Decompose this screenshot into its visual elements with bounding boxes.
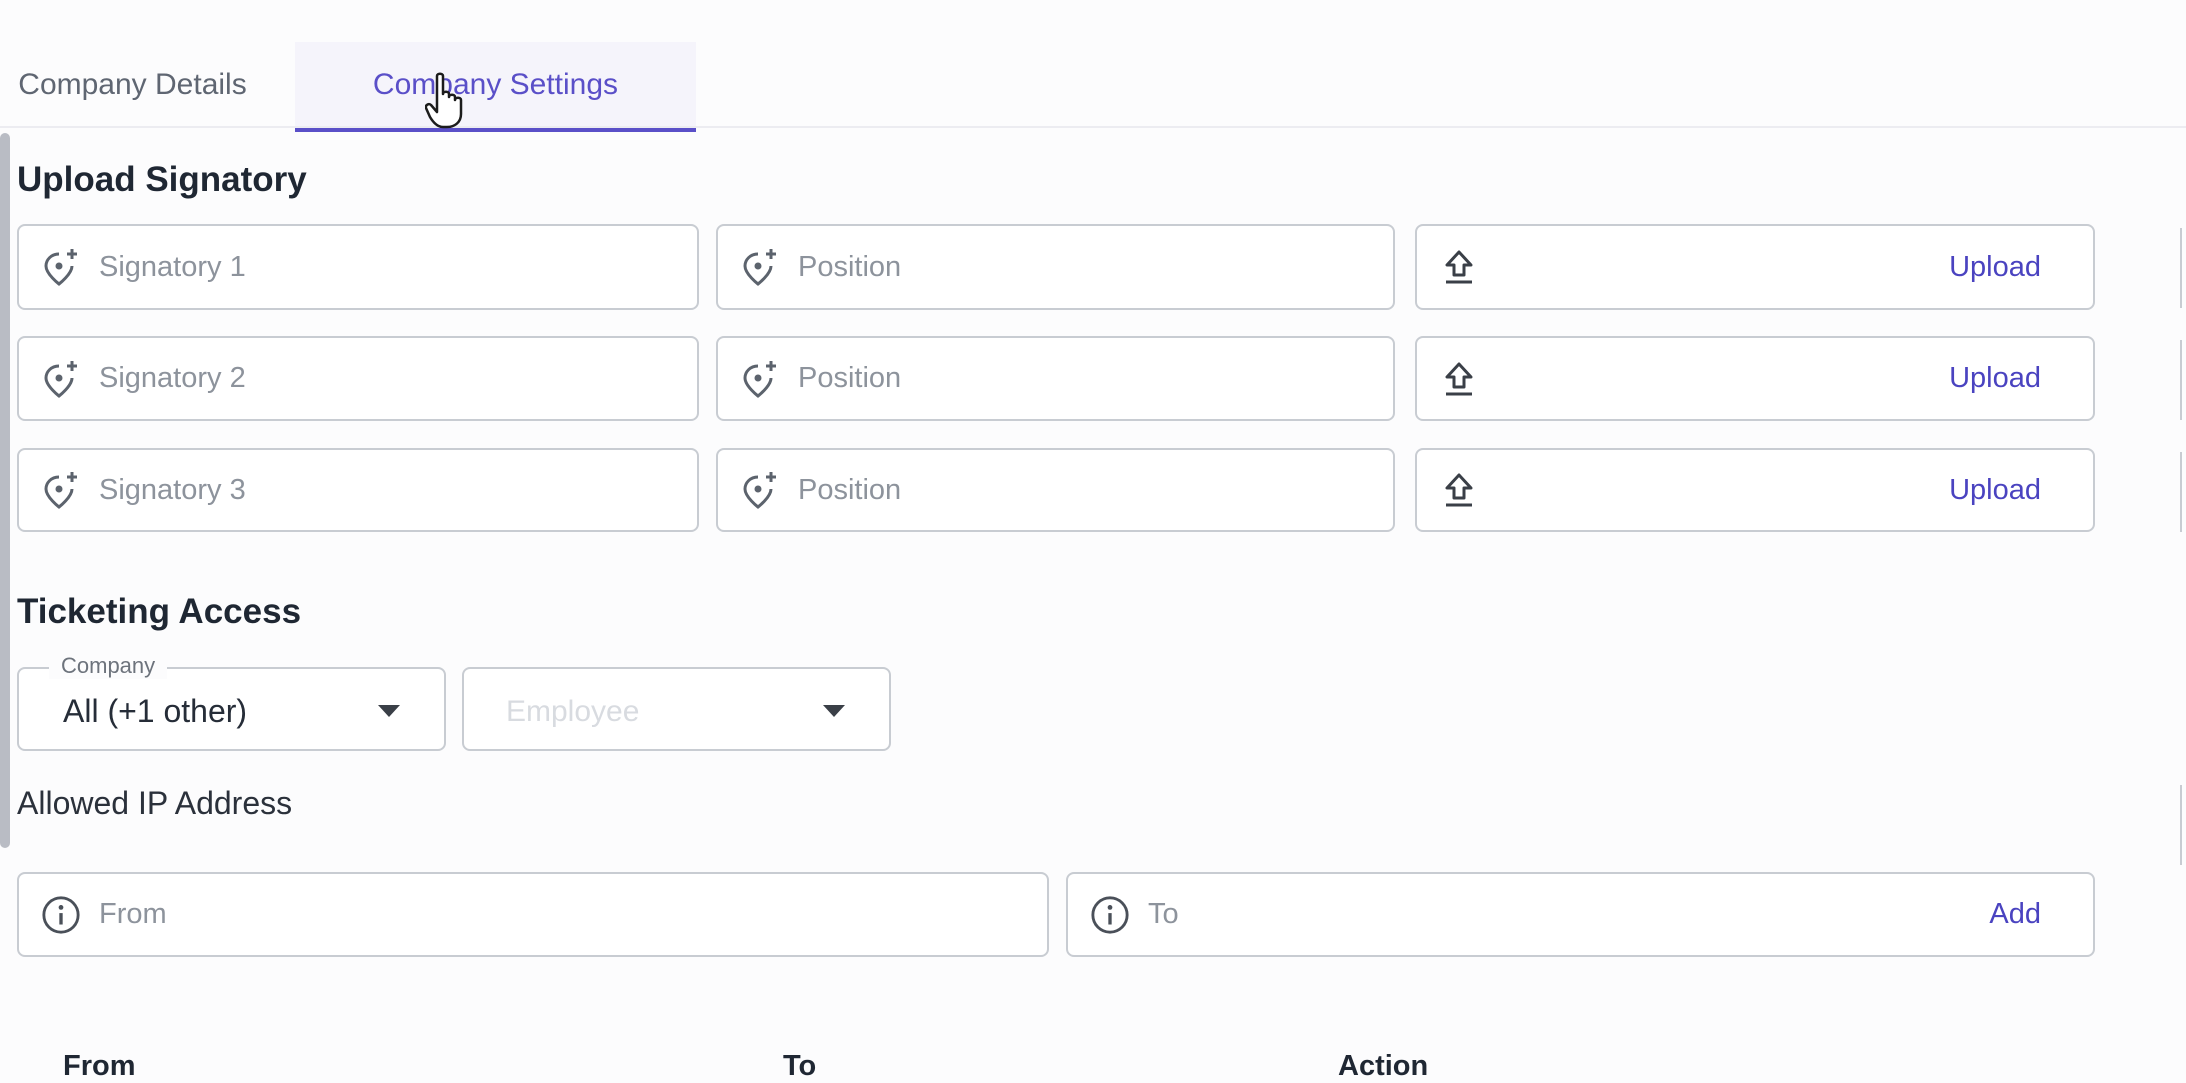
add-location-icon xyxy=(740,247,780,287)
add-ip-button[interactable]: Add xyxy=(1989,898,2041,931)
employee-select-placeholder: Employee xyxy=(506,695,640,728)
signatory-3-field[interactable]: Signatory 3 xyxy=(17,448,699,532)
position-3-field[interactable]: Position xyxy=(716,448,1395,532)
company-select-label: Company xyxy=(49,653,168,679)
signature-upload-1-field[interactable]: Upload xyxy=(1415,224,2095,310)
add-location-icon xyxy=(740,359,780,399)
signatory-1-placeholder: Signatory 1 xyxy=(99,250,246,283)
tab-company-details[interactable]: Company Details xyxy=(0,42,295,128)
ticketing-access-heading: Ticketing Access xyxy=(17,592,302,631)
position-2-placeholder: Position xyxy=(798,362,902,394)
employee-select[interactable]: Employee xyxy=(462,667,891,751)
right-column-field-edge xyxy=(2180,228,2186,308)
signatory-1-field[interactable]: Signatory 1 xyxy=(17,224,699,310)
upload-arrow-icon xyxy=(1439,359,1479,399)
signatory-2-field[interactable]: Signatory 2 xyxy=(17,336,699,421)
right-column-field-edge xyxy=(2180,340,2186,420)
info-circle-icon xyxy=(41,895,81,935)
position-3-placeholder: Position xyxy=(798,473,902,506)
company-select-value: All (+1 other) xyxy=(63,693,248,729)
caret-down-icon xyxy=(378,705,400,717)
position-1-field[interactable]: Position xyxy=(716,224,1395,310)
position-2-field[interactable]: Position xyxy=(716,336,1395,421)
upload-2-button[interactable]: Upload xyxy=(1949,362,2041,395)
right-column-field-edge xyxy=(2180,785,2186,865)
position-1-placeholder: Position xyxy=(798,250,902,283)
table-header-to: To xyxy=(783,1050,817,1082)
caret-down-icon xyxy=(823,705,845,717)
hand-pointer-icon xyxy=(424,72,465,130)
add-location-icon xyxy=(41,470,81,510)
right-column-field-edge xyxy=(2180,452,2186,532)
allowed-ip-label: Allowed IP Address xyxy=(17,785,293,821)
vertical-scrollbar[interactable] xyxy=(0,133,10,848)
add-location-icon xyxy=(41,359,81,399)
ip-from-placeholder: From xyxy=(99,898,167,930)
company-select[interactable]: Company All (+1 other) xyxy=(17,653,446,751)
signature-upload-3-field[interactable]: Upload xyxy=(1415,448,2095,532)
ip-from-field[interactable]: From xyxy=(17,872,1049,957)
add-location-icon xyxy=(740,470,780,510)
upload-signatory-heading: Upload Signatory xyxy=(17,160,307,199)
add-location-icon xyxy=(41,247,81,287)
upload-3-button[interactable]: Upload xyxy=(1949,474,2041,507)
upload-arrow-icon xyxy=(1439,247,1479,287)
ip-to-field[interactable]: To Add xyxy=(1066,872,2095,957)
table-header-action: Action xyxy=(1338,1050,1429,1082)
signatory-2-placeholder: Signatory 2 xyxy=(99,362,246,394)
info-circle-icon xyxy=(1090,895,1130,935)
ip-to-placeholder: To xyxy=(1148,898,1179,930)
tabs-divider xyxy=(0,126,2186,128)
upload-1-button[interactable]: Upload xyxy=(1949,251,2041,284)
upload-arrow-icon xyxy=(1439,470,1479,510)
signatory-3-placeholder: Signatory 3 xyxy=(99,473,246,506)
table-header-from: From xyxy=(63,1050,136,1082)
signature-upload-2-field[interactable]: Upload xyxy=(1415,336,2095,421)
tab-company-settings[interactable]: Company Settings xyxy=(295,42,696,132)
